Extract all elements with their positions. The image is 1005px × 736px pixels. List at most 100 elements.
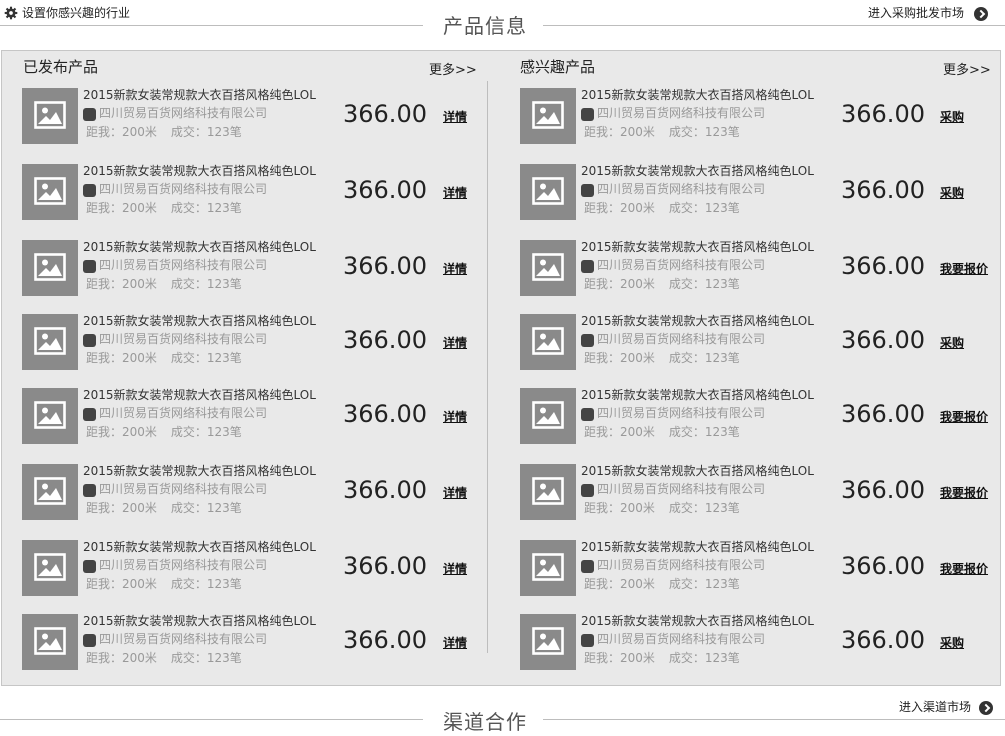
product-thumbnail[interactable] (22, 388, 78, 444)
product-item[interactable]: 2015新款女装常规款大衣百搭风格纯色LOL 四川贸易百货网络科技有限公司 距我：2… (22, 88, 482, 144)
product-title[interactable]: 2015新款女装常规款大衣百搭风格纯色LOL (581, 612, 814, 629)
product-title[interactable]: 2015新款女装常规款大衣百搭风格纯色LOL (83, 462, 316, 479)
company-name-text: 四川贸易百货网络科技有限公司 (99, 332, 268, 346)
product-action-link[interactable]: 详情 (443, 484, 467, 501)
deals-text: 成交：123笔 (668, 577, 740, 591)
enter-wholesale-market-link[interactable]: 进入采购批发市场 (868, 3, 989, 21)
published-more-link[interactable]: 更多>> (429, 59, 477, 78)
product-thumbnail[interactable] (22, 314, 78, 370)
product-action-link[interactable]: 采购 (940, 334, 964, 351)
company-name: 四川贸易百货网络科技有限公司 (581, 256, 765, 273)
product-action-link[interactable]: 采购 (940, 634, 964, 651)
company-name-text: 四川贸易百货网络科技有限公司 (99, 406, 268, 420)
deals-text: 成交：123笔 (668, 351, 740, 365)
product-title[interactable]: 2015新款女装常规款大衣百搭风格纯色LOL (581, 312, 814, 329)
company-name-text: 四川贸易百货网络科技有限公司 (597, 106, 766, 120)
product-action-link[interactable]: 详情 (443, 260, 467, 277)
product-item[interactable]: 2015新款女装常规款大衣百搭风格纯色LOL 四川贸易百货网络科技有限公司 距我：2… (520, 538, 988, 596)
product-action-link[interactable]: 我要报价 (940, 408, 988, 425)
product-thumbnail[interactable] (520, 164, 576, 220)
distance-text: 距我：200米 (86, 201, 157, 215)
product-thumbnail[interactable] (22, 540, 78, 596)
product-title[interactable]: 2015新款女装常规款大衣百搭风格纯色LOL (83, 538, 316, 555)
product-action-link[interactable]: 我要报价 (940, 560, 988, 577)
product-title[interactable]: 2015新款女装常规款大衣百搭风格纯色LOL (83, 312, 316, 329)
product-title[interactable]: 2015新款女装常规款大衣百搭风格纯色LOL (581, 238, 814, 255)
product-item[interactable]: 2015新款女装常规款大衣百搭风格纯色LOL 四川贸易百货网络科技有限公司 距我：2… (520, 614, 980, 670)
image-placeholder-icon (34, 553, 66, 581)
product-item[interactable]: 2015新款女装常规款大衣百搭风格纯色LOL 四川贸易百货网络科技有限公司 距我：2… (22, 540, 482, 596)
product-action-link[interactable]: 采购 (940, 108, 964, 125)
product-title[interactable]: 2015新款女装常规款大衣百搭风格纯色LOL (83, 612, 316, 629)
company-name-text: 四川贸易百货网络科技有限公司 (597, 258, 766, 272)
product-item[interactable]: 2015新款女装常规款大衣百搭风格纯色LOL 四川贸易百货网络科技有限公司 距我：2… (22, 240, 482, 296)
distance-text: 距我：200米 (584, 277, 655, 291)
product-title[interactable]: 2015新款女装常规款大衣百搭风格纯色LOL (83, 162, 316, 179)
product-item[interactable]: 2015新款女装常规款大衣百搭风格纯色LOL 四川贸易百货网络科技有限公司 距我：2… (22, 164, 482, 220)
company-name-text: 四川贸易百货网络科技有限公司 (597, 558, 766, 572)
product-action-link[interactable]: 我要报价 (940, 484, 988, 501)
product-price: 366.00 (841, 326, 925, 354)
distance-text: 距我：200米 (584, 125, 655, 139)
product-action-link[interactable]: 详情 (443, 634, 467, 651)
industry-settings-link[interactable]: 设置你感兴趣的行业 (4, 4, 130, 21)
product-thumbnail[interactable] (520, 240, 576, 296)
product-meta: 距我：200米 成交：123笔 (584, 423, 740, 440)
product-item[interactable]: 2015新款女装常规款大衣百搭风格纯色LOL 四川贸易百货网络科技有限公司 距我：2… (520, 386, 988, 444)
product-thumbnail[interactable] (22, 464, 78, 520)
product-item[interactable]: 2015新款女装常规款大衣百搭风格纯色LOL 四川贸易百货网络科技有限公司距我：2… (520, 238, 988, 296)
product-title[interactable]: 2015新款女装常规款大衣百搭风格纯色LOL (581, 538, 814, 555)
footer-title-line-right (543, 719, 1005, 720)
product-action-link[interactable]: 详情 (443, 184, 467, 201)
company-name: 四川贸易百货网络科技有限公司 (581, 330, 765, 347)
product-title[interactable]: 2015新款女装常规款大衣百搭风格纯色LOL (581, 386, 814, 403)
distance-text: 距我：200米 (584, 201, 655, 215)
product-meta: 距我：200米 成交：123笔 (86, 575, 242, 592)
product-thumbnail[interactable] (520, 88, 576, 144)
product-price: 366.00 (841, 476, 925, 504)
product-title[interactable]: 2015新款女装常规款大衣百搭风格纯色LOL (581, 462, 814, 479)
product-thumbnail[interactable] (22, 240, 78, 296)
product-thumbnail[interactable] (520, 614, 576, 670)
product-action-link[interactable]: 采购 (940, 184, 964, 201)
product-item[interactable]: 2015新款女装常规款大衣百搭风格纯色LOL 四川贸易百货网络科技有限公司距我：2… (22, 388, 482, 444)
product-action-link[interactable]: 详情 (443, 334, 467, 351)
deals-text: 成交：123笔 (170, 351, 242, 365)
product-price: 366.00 (841, 176, 925, 204)
product-item[interactable]: 2015新款女装常规款大衣百搭风格纯色LOL 四川贸易百货网络科技有限公司 距我：2… (22, 314, 482, 370)
deals-text: 成交：123笔 (170, 501, 242, 515)
product-action-link[interactable]: 详情 (443, 560, 467, 577)
product-thumbnail[interactable] (520, 464, 576, 520)
product-thumbnail[interactable] (520, 388, 576, 444)
image-placeholder-icon (34, 401, 66, 429)
product-thumbnail[interactable] (520, 314, 576, 370)
company-name: 四川贸易百货网络科技有限公司 (83, 480, 267, 497)
product-title[interactable]: 2015新款女装常规款大衣百搭风格纯色LOL (83, 238, 316, 255)
product-thumbnail[interactable] (22, 614, 78, 670)
product-item[interactable]: 2015新款女装常规款大衣百搭风格纯色LOL 四川贸易百货网络科技有限公司 距我：2… (520, 314, 980, 370)
company-badge-icon (83, 633, 96, 647)
image-placeholder-icon (532, 253, 564, 281)
product-action-link[interactable]: 详情 (443, 108, 467, 125)
product-item[interactable]: 2015新款女装常规款大衣百搭风格纯色LOL 四川贸易百货网络科技有限公司 距我：2… (22, 464, 482, 520)
product-thumbnail[interactable] (520, 540, 576, 596)
product-title[interactable]: 2015新款女装常规款大衣百搭风格纯色LOL (83, 386, 316, 403)
product-item[interactable]: 2015新款女装常规款大衣百搭风格纯色LOL 四川贸易百货网络科技有限公司 距我：2… (520, 164, 980, 220)
enter-channel-market-link[interactable]: 进入渠道市场 (899, 697, 994, 715)
product-item[interactable]: 2015新款女装常规款大衣百搭风格纯色LOL 四川贸易百货网络科技有限公司 距我：2… (520, 462, 988, 520)
product-title[interactable]: 2015新款女装常规款大衣百搭风格纯色LOL (581, 162, 814, 179)
product-thumbnail[interactable] (22, 88, 78, 144)
product-action-link[interactable]: 详情 (443, 408, 467, 425)
product-action-link[interactable]: 我要报价 (940, 260, 988, 277)
interested-more-link[interactable]: 更多>> (943, 59, 991, 78)
product-item[interactable]: 2015新款女装常规款大衣百搭风格纯色LOL 四川贸易百货网络科技有限公司 距我：2… (22, 614, 482, 670)
product-title[interactable]: 2015新款女装常规款大衣百搭风格纯色LOL (581, 86, 814, 103)
product-title[interactable]: 2015新款女装常规款大衣百搭风格纯色LOL (83, 86, 316, 103)
company-badge-icon (83, 407, 96, 421)
product-item[interactable]: 2015新款女装常规款大衣百搭风格纯色LOL 四川贸易百货网络科技有限公司距我：2… (520, 88, 980, 144)
deals-text: 成交：123笔 (668, 501, 740, 515)
deals-text: 成交：123笔 (668, 201, 740, 215)
enter-wholesale-market-label: 进入采购批发市场 (868, 5, 965, 20)
product-thumbnail[interactable] (22, 164, 78, 220)
distance-text: 距我：200米 (86, 425, 157, 439)
